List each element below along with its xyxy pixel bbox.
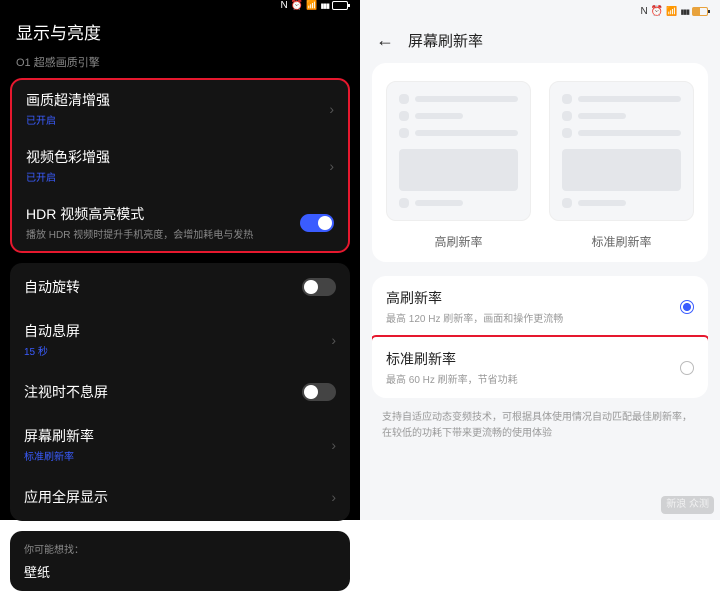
watermark: 新浪 众测 <box>661 496 714 514</box>
signal-icon <box>320 0 329 11</box>
refresh-option[interactable]: 高刷新率最高 120 Hz 刷新率，画面和操作更流畅 <box>372 276 708 337</box>
refresh-option[interactable]: 标准刷新率最高 60 Hz 刷新率，节省功耗 <box>372 335 708 398</box>
display-options-card: 自动旋转自动息屏15 秒›注视时不息屏屏幕刷新率标准刷新率›应用全屏显示› <box>10 263 350 521</box>
row-title: 自动息屏 <box>24 321 331 341</box>
settings-row[interactable]: 自动息屏 15 秒› <box>10 311 350 368</box>
row-subtitle: 已开启 <box>26 169 329 184</box>
nfc-icon: N <box>641 6 648 17</box>
option-subtitle: 最高 120 Hz 刷新率，画面和操作更流畅 <box>386 310 680 325</box>
chevron-right-icon: › <box>331 437 336 453</box>
suggestions-label: 你可能想找： <box>24 541 336 556</box>
refresh-options: 高刷新率最高 120 Hz 刷新率，画面和操作更流畅标准刷新率最高 60 Hz … <box>372 276 708 398</box>
footnote: 支持自适应动态变频技术，可根据具体使用情况自动匹配最佳刷新率，在较低的功耗下带来… <box>360 398 720 454</box>
row-title: 自动旋转 <box>24 277 302 297</box>
illustration-label-standard: 标准刷新率 <box>549 233 694 250</box>
suggestion-wallpaper[interactable]: 壁纸 <box>24 562 336 581</box>
row-title: 屏幕刷新率 <box>24 426 331 446</box>
chevron-right-icon: › <box>331 489 336 505</box>
suggestions-card: 你可能想找： 壁纸 <box>10 531 350 591</box>
radio-button[interactable] <box>680 361 694 375</box>
settings-row[interactable]: 应用全屏显示› <box>10 473 350 521</box>
chevron-right-icon: › <box>329 101 334 117</box>
battery-icon <box>692 7 708 16</box>
row-subtitle: 播放 HDR 视频时提升手机亮度，会增加耗电与发热 <box>26 226 300 241</box>
battery-icon <box>332 1 348 10</box>
back-button[interactable]: ← <box>376 30 394 51</box>
illustration-standard-refresh[interactable] <box>549 81 694 221</box>
settings-row[interactable]: HDR 视频高亮模式播放 HDR 视频时提升手机亮度，会增加耗电与发热 <box>12 194 348 251</box>
page-title: 显示与亮度 <box>0 11 360 54</box>
settings-row[interactable]: 注视时不息屏 <box>10 368 350 416</box>
left-phone: N ⏰ 显示与亮度 O1 超感画质引擎 画质超清增强已开启›视频色彩增强已开启›… <box>0 0 360 520</box>
option-title: 高刷新率 <box>386 288 680 308</box>
status-bar: N ⏰ <box>0 0 360 11</box>
radio-button[interactable] <box>680 300 694 314</box>
row-title: 画质超清增强 <box>26 90 329 110</box>
row-title: HDR 视频高亮模式 <box>26 204 300 224</box>
status-bar: N ⏰ <box>360 0 720 22</box>
enhancement-card: 画质超清增强已开启›视频色彩增强已开启›HDR 视频高亮模式播放 HDR 视频时… <box>10 78 350 253</box>
illustration-card: 高刷新率 标准刷新率 <box>372 63 708 262</box>
row-subtitle: 标准刷新率 <box>24 448 331 463</box>
row-title: 视频色彩增强 <box>26 147 329 167</box>
illustration-label-high: 高刷新率 <box>386 233 531 250</box>
nfc-icon: N <box>281 0 288 11</box>
row-title: 应用全屏显示 <box>24 487 331 507</box>
section-label: O1 超感画质引擎 <box>0 54 360 78</box>
chevron-right-icon: › <box>331 332 336 348</box>
option-subtitle: 最高 60 Hz 刷新率，节省功耗 <box>386 371 680 386</box>
settings-row[interactable]: 画质超清增强已开启› <box>12 80 348 137</box>
alarm-icon: ⏰ <box>291 0 303 11</box>
illustration-high-refresh[interactable] <box>386 81 531 221</box>
wifi-icon <box>666 6 677 17</box>
signal-icon <box>680 6 689 17</box>
wifi-icon <box>306 0 317 11</box>
chevron-right-icon: › <box>329 158 334 174</box>
alarm-icon: ⏰ <box>651 6 663 17</box>
settings-row[interactable]: 屏幕刷新率标准刷新率› <box>10 416 350 473</box>
toggle[interactable] <box>302 383 336 401</box>
toggle[interactable] <box>300 214 334 232</box>
row-title: 注视时不息屏 <box>24 382 302 402</box>
row-subtitle: 已开启 <box>26 112 329 127</box>
settings-row[interactable]: 自动旋转 <box>10 263 350 311</box>
settings-row[interactable]: 视频色彩增强已开启› <box>12 137 348 194</box>
header: ← 屏幕刷新率 <box>360 22 720 63</box>
row-subtitle: 15 秒 <box>24 343 331 358</box>
option-title: 标准刷新率 <box>386 349 680 369</box>
right-phone: N ⏰ ← 屏幕刷新率 高刷新率 <box>360 0 720 520</box>
page-title: 屏幕刷新率 <box>408 30 483 51</box>
toggle[interactable] <box>302 278 336 296</box>
